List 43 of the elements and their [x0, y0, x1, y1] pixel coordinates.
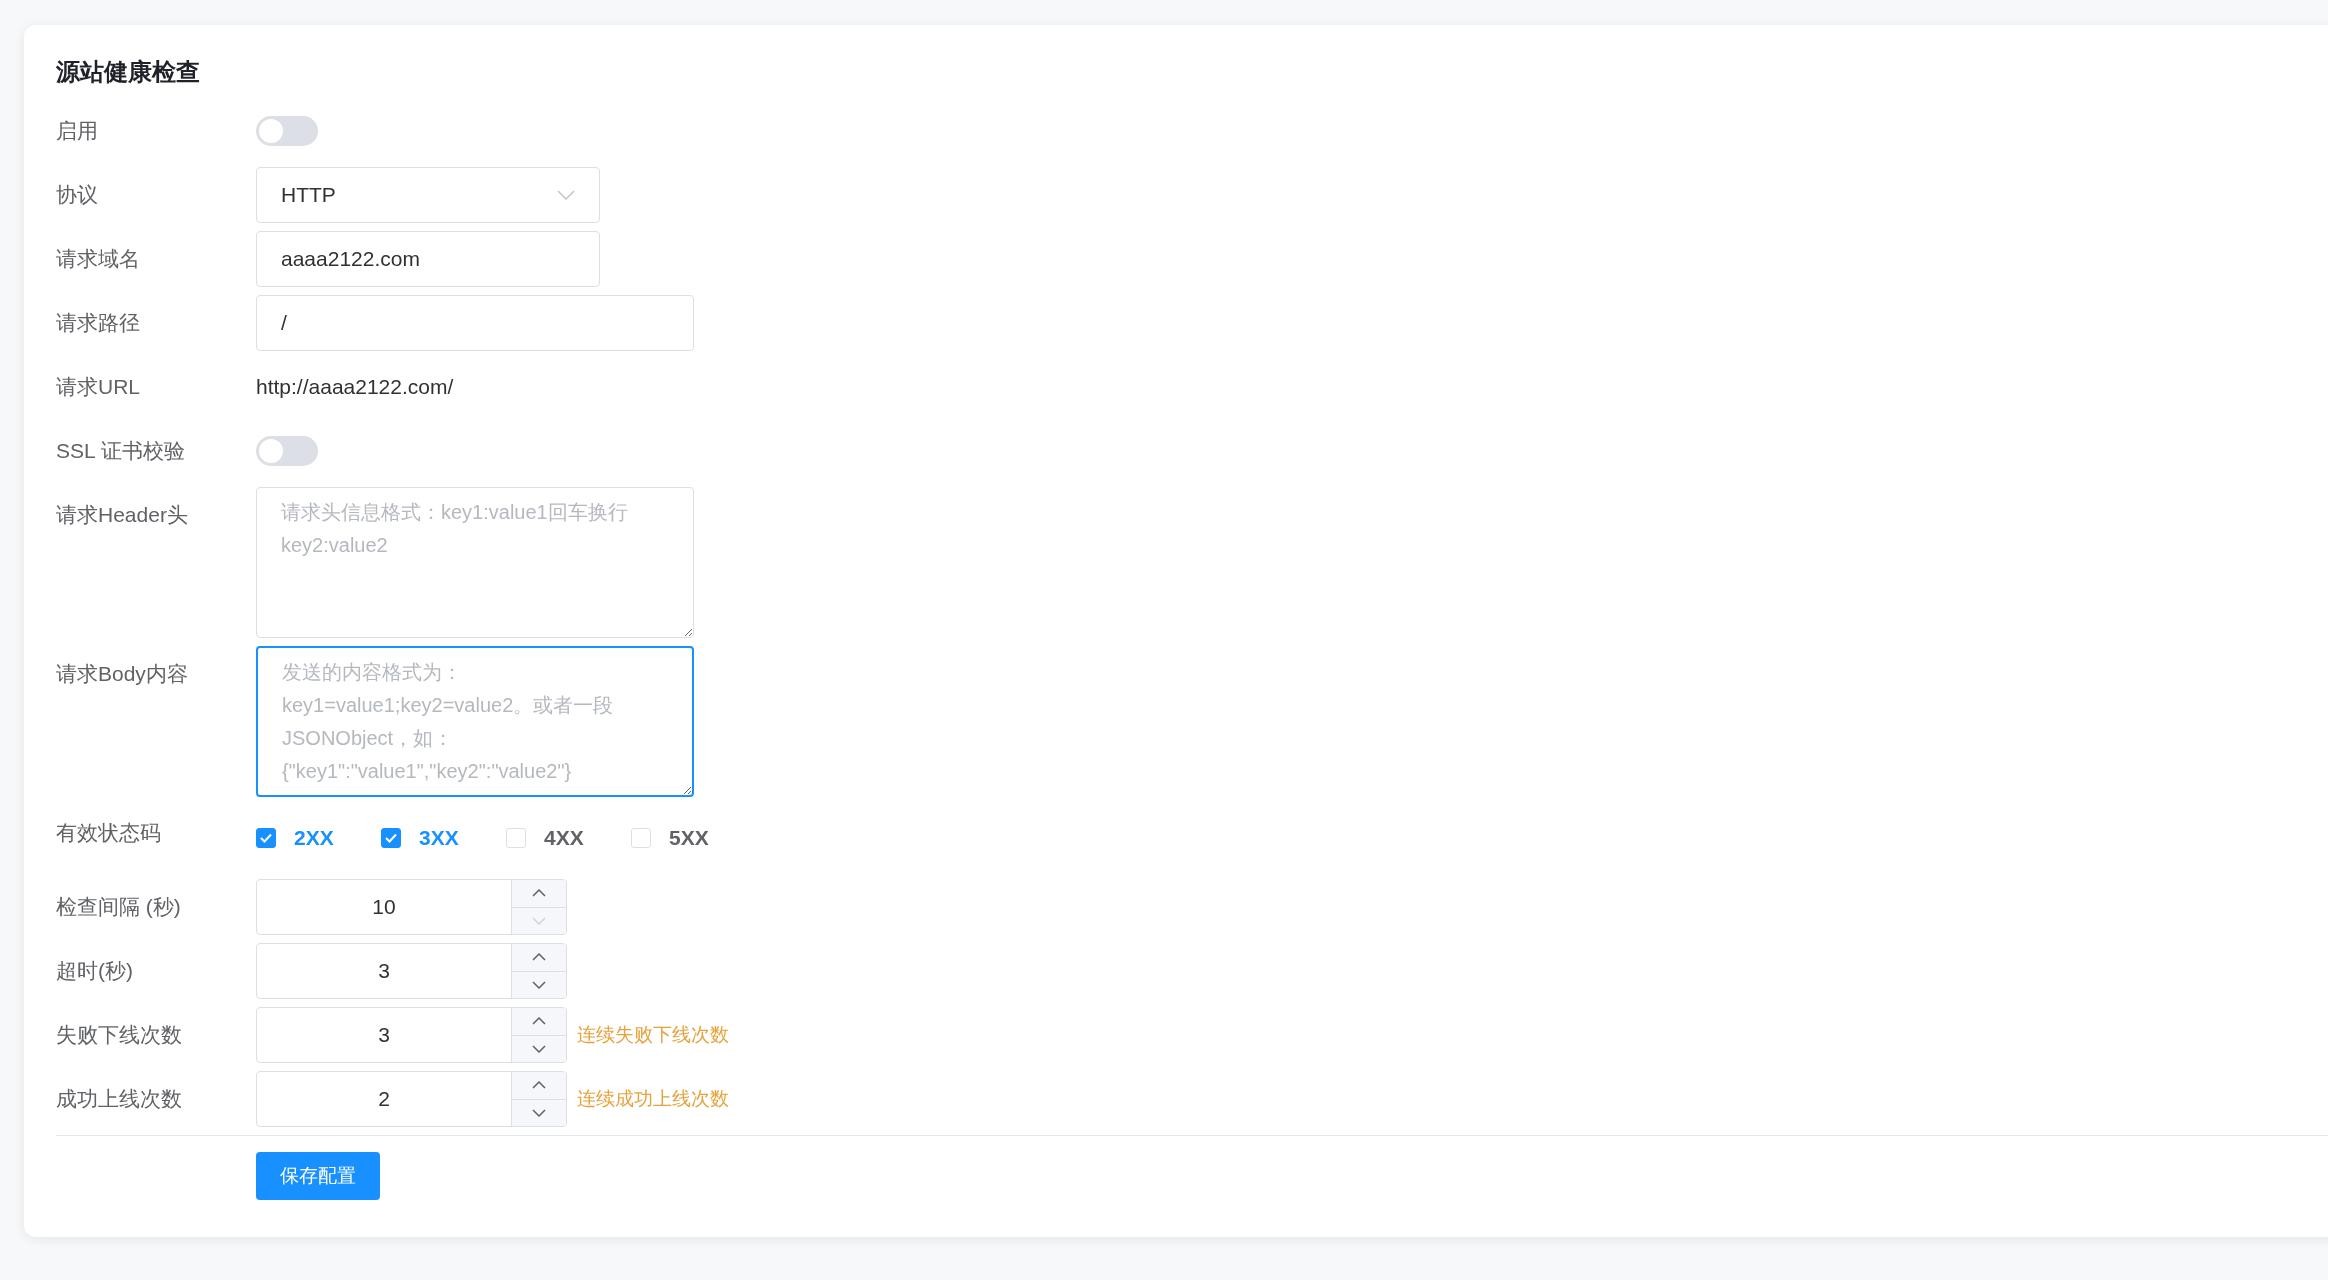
chevron-up-icon[interactable] — [532, 1017, 546, 1026]
checkbox-label: 3XX — [419, 825, 459, 852]
chevron-up-icon[interactable] — [532, 1081, 546, 1090]
field-label: 请求URL — [56, 374, 141, 400]
checkbox-label: 2XX — [294, 825, 334, 852]
textarea-field[interactable]: 发送的内容格式为： key1=value1;key2=value2。或者一段 JSONObject，如： {"key1":"value1","key2":"value2"} — [256, 646, 694, 797]
toggle-switch[interactable] — [256, 116, 318, 146]
text-input[interactable]: / — [256, 295, 694, 351]
check-icon — [385, 833, 397, 843]
field-label: 失败下线次数 — [56, 1022, 183, 1048]
field-label: 检查间隔 (秒) — [56, 894, 182, 920]
toggle-switch[interactable] — [256, 436, 318, 466]
chevron-down-icon[interactable] — [532, 1108, 546, 1117]
checkbox-label: 4XX — [544, 825, 584, 852]
card-title: 源站健康检查 — [56, 57, 201, 87]
field-label: 协议 — [56, 182, 99, 208]
number-input[interactable]: 3 — [256, 943, 567, 999]
field-label: 请求路径 — [56, 310, 141, 336]
chevron-up-icon[interactable] — [532, 889, 546, 898]
number-input[interactable]: 3 — [256, 1007, 567, 1063]
protocol-select[interactable]: HTTP — [256, 167, 600, 223]
chevron-down-icon[interactable] — [532, 1044, 546, 1053]
checkbox-label: 5XX — [669, 825, 709, 852]
checkbox[interactable] — [381, 828, 401, 848]
url-text: http://aaaa2122.com/ — [256, 374, 454, 400]
field-label: 启用 — [56, 118, 99, 144]
number-input[interactable]: 2 — [256, 1071, 567, 1127]
field-label: 超时(秒) — [56, 958, 134, 984]
chevron-up-icon[interactable] — [532, 953, 546, 962]
field-label: 有效状态码 — [56, 820, 162, 846]
checkbox[interactable] — [256, 828, 276, 848]
chevron-down-icon — [557, 190, 575, 200]
check-icon — [260, 833, 272, 843]
text-input[interactable]: aaaa2122.com — [256, 231, 600, 287]
hint-text: 连续失败下线次数 — [577, 1022, 729, 1047]
field-label: 请求Body内容 — [56, 661, 189, 687]
hint-text: 连续成功上线次数 — [577, 1086, 729, 1111]
field-label: 请求Header头 — [56, 502, 189, 528]
field-label: SSL 证书校验 — [56, 438, 186, 464]
field-label: 请求域名 — [56, 246, 141, 272]
field-label: 成功上线次数 — [56, 1086, 183, 1112]
number-input[interactable]: 10 — [256, 879, 567, 935]
chevron-down-icon[interactable] — [532, 980, 546, 989]
